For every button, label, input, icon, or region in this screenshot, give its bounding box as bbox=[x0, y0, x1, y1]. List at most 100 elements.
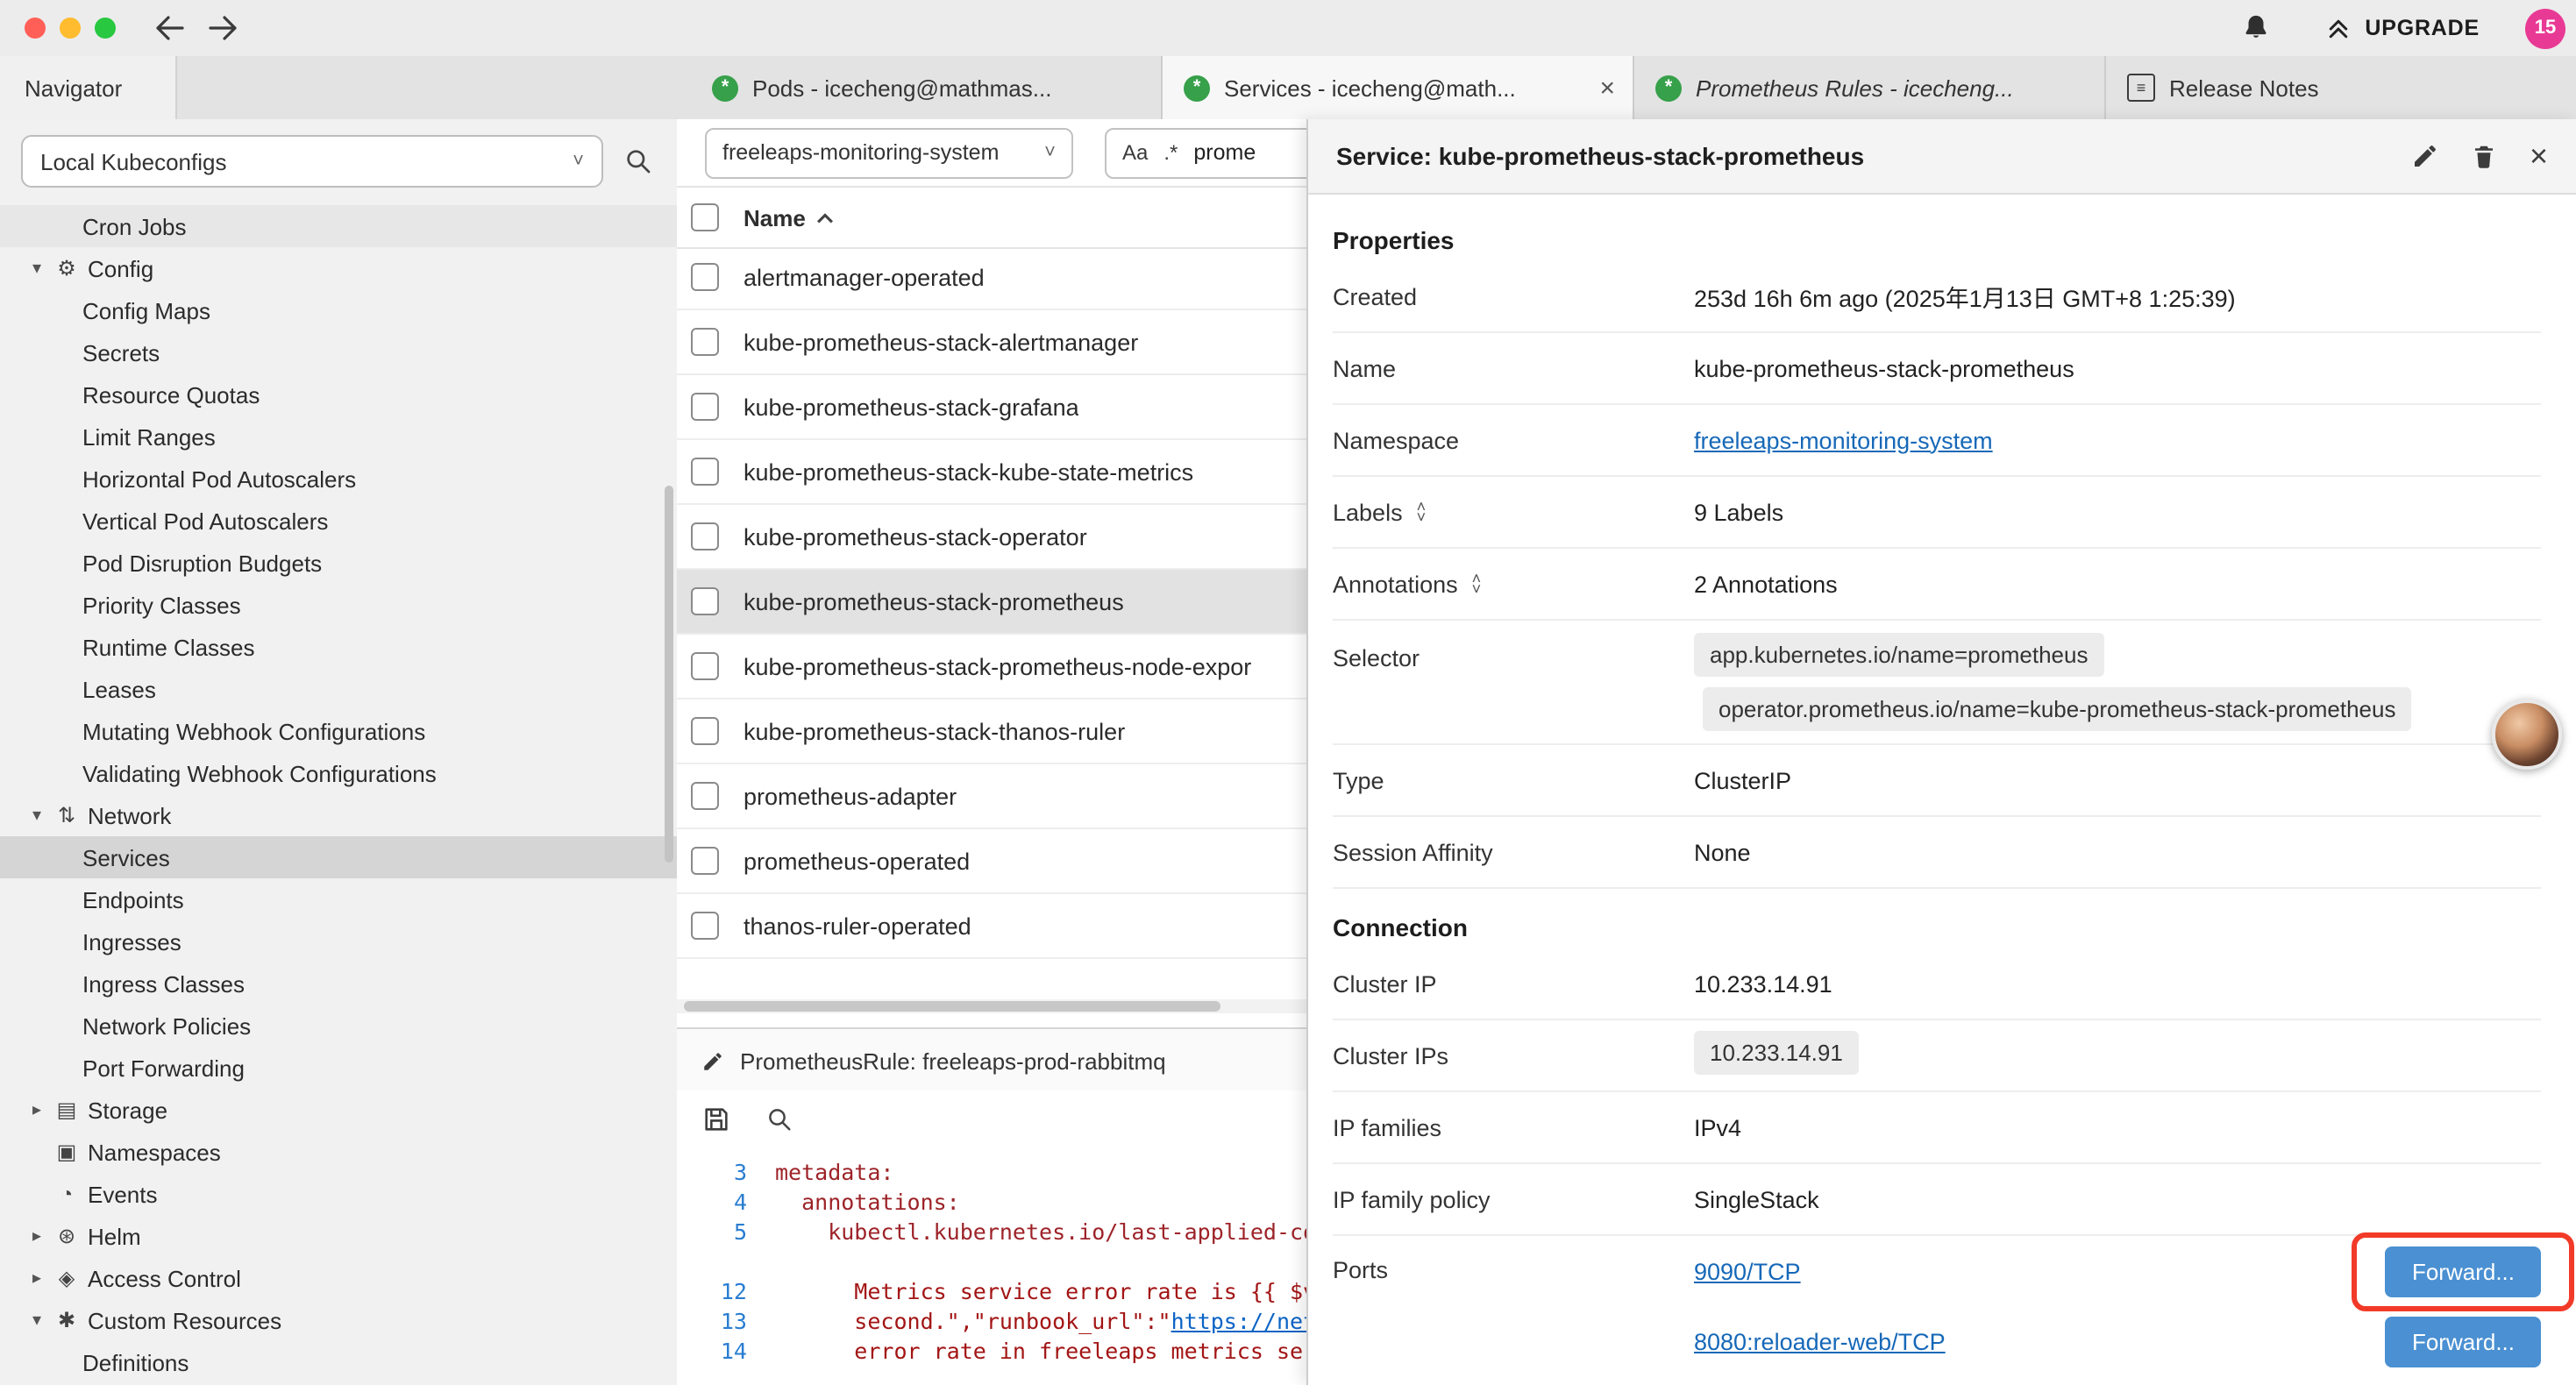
port-link[interactable]: 9090/TCP bbox=[1694, 1258, 1801, 1284]
upgrade-button[interactable]: UPGRADE bbox=[2323, 15, 2480, 41]
editor-search-button[interactable] bbox=[763, 1102, 796, 1135]
sidebar-scrollbar[interactable] bbox=[665, 486, 673, 863]
select-all-checkbox[interactable] bbox=[691, 203, 719, 231]
sidebar-item-pod-disruption-budgets[interactable]: Pod Disruption Budgets bbox=[0, 542, 677, 584]
history-back-button[interactable] bbox=[154, 16, 184, 40]
regex-toggle[interactable]: .* bbox=[1163, 140, 1178, 165]
namespace-link[interactable]: freeleaps-monitoring-system bbox=[1694, 427, 1993, 453]
row-checkbox[interactable] bbox=[691, 328, 719, 356]
window-maximize-button[interactable] bbox=[95, 18, 116, 39]
save-button[interactable] bbox=[698, 1100, 735, 1137]
edit-pencil-icon bbox=[701, 1049, 724, 1072]
tab-pods-icecheng-mathmas[interactable]: *Pods - icecheng@mathmas... bbox=[691, 56, 1163, 119]
service-name: alertmanager-operated bbox=[744, 264, 985, 290]
sidebar-item-mutating-webhook-configurations[interactable]: Mutating Webhook Configurations bbox=[0, 710, 677, 752]
chevron-right-icon[interactable]: ▸ bbox=[23, 1100, 51, 1119]
expand-collapse-icon[interactable]: ˄˅ bbox=[1472, 575, 1482, 594]
window-minimize-button[interactable] bbox=[60, 18, 81, 39]
sidebar-item-limit-ranges[interactable]: Limit Ranges bbox=[0, 416, 677, 458]
sidebar-item-leases[interactable]: Leases bbox=[0, 668, 677, 710]
sidebar-item-ingress-classes[interactable]: Ingress Classes bbox=[0, 962, 677, 1005]
namespace-filter[interactable]: freeleaps-monitoring-system ˅ bbox=[705, 127, 1073, 178]
scrollbar-thumb[interactable] bbox=[684, 1001, 1220, 1012]
kubeconfig-selector[interactable]: Local Kubeconfigs ˅ bbox=[21, 135, 603, 188]
row-checkbox[interactable] bbox=[691, 522, 719, 550]
sidebar-item-events[interactable]: ◔Events bbox=[0, 1173, 677, 1215]
sidebar-item-label: Resource Quotas bbox=[82, 381, 260, 408]
row-checkbox[interactable] bbox=[691, 717, 719, 745]
line-number: 3 bbox=[677, 1157, 747, 1187]
chevron-right-icon[interactable]: ▸ bbox=[23, 1268, 51, 1288]
sidebar-item-config-maps[interactable]: Config Maps bbox=[0, 289, 677, 331]
close-icon: × bbox=[2530, 140, 2548, 172]
row-checkbox[interactable] bbox=[691, 912, 719, 940]
sidebar-item-namespaces[interactable]: ▣Namespaces bbox=[0, 1131, 677, 1173]
close-panel-button[interactable]: × bbox=[2530, 140, 2548, 172]
sidebar-item-port-forwarding[interactable]: Port Forwarding bbox=[0, 1047, 677, 1089]
dock-tab-prometheusrule[interactable]: PrometheusRule: freeleaps-prod-rabbitmq bbox=[677, 1029, 1327, 1092]
row-checkbox[interactable] bbox=[691, 587, 719, 615]
sidebar-item-label: Horizontal Pod Autoscalers bbox=[82, 465, 356, 492]
row-checkbox[interactable] bbox=[691, 263, 719, 291]
sidebar-item-vertical-pod-autoscalers[interactable]: Vertical Pod Autoscalers bbox=[0, 500, 677, 542]
navigator-header-tab[interactable]: Navigator bbox=[0, 56, 177, 119]
row-checkbox[interactable] bbox=[691, 847, 719, 875]
chevron-down-icon[interactable]: ▾ bbox=[23, 1310, 51, 1330]
sidebar-item-endpoints[interactable]: Endpoints bbox=[0, 878, 677, 920]
config-icon: ⚙ bbox=[51, 256, 82, 281]
sidebar-item-network-policies[interactable]: Network Policies bbox=[0, 1005, 677, 1047]
sidebar-item-priority-classes[interactable]: Priority Classes bbox=[0, 584, 677, 626]
sidebar-item-definitions[interactable]: Definitions bbox=[0, 1341, 677, 1383]
close-tab-icon[interactable]: × bbox=[1599, 75, 1615, 101]
row-checkbox[interactable] bbox=[691, 652, 719, 680]
floating-avatar[interactable] bbox=[2492, 700, 2562, 770]
sidebar-item-ingresses[interactable]: Ingresses bbox=[0, 920, 677, 962]
chevron-down-icon[interactable]: ▾ bbox=[23, 806, 51, 825]
match-case-toggle[interactable]: Aa bbox=[1122, 140, 1148, 165]
row-checkbox[interactable] bbox=[691, 458, 719, 486]
port-row: 8080:reloader-web/TCP Forward... bbox=[1694, 1306, 2541, 1376]
sidebar-item-cron-jobs[interactable]: Cron Jobs bbox=[0, 205, 677, 247]
tab-label: Release Notes bbox=[2169, 75, 2572, 101]
row-checkbox[interactable] bbox=[691, 393, 719, 421]
notification-count-badge[interactable]: 15 bbox=[2525, 8, 2565, 48]
property-value: 9 Labels bbox=[1694, 499, 2541, 525]
expand-collapse-icon[interactable]: ˄˅ bbox=[1417, 503, 1427, 522]
property-label: IP families bbox=[1333, 1114, 1694, 1140]
sidebar-item-config[interactable]: ▾⚙Config bbox=[0, 247, 677, 289]
sidebar-item-horizontal-pod-autoscalers[interactable]: Horizontal Pod Autoscalers bbox=[0, 458, 677, 500]
table-horizontal-scrollbar[interactable] bbox=[677, 999, 1306, 1013]
sidebar-search-button[interactable] bbox=[621, 144, 656, 179]
property-row-name: Namekube-prometheus-stack-prometheus bbox=[1333, 333, 2541, 405]
sidebar-item-custom-resources[interactable]: ▾✱Custom Resources bbox=[0, 1299, 677, 1341]
sidebar-item-helm[interactable]: ▸⊛Helm bbox=[0, 1215, 677, 1257]
sidebar-item-network[interactable]: ▾⇅Network bbox=[0, 794, 677, 836]
notifications-bell-button[interactable] bbox=[2240, 12, 2270, 44]
line-number: 5 bbox=[677, 1217, 747, 1246]
chevron-right-icon[interactable]: ▸ bbox=[23, 1226, 51, 1246]
tab-release-notes[interactable]: ≡Release Notes bbox=[2106, 56, 2576, 119]
edit-resource-button[interactable] bbox=[2412, 142, 2440, 170]
delete-resource-button[interactable] bbox=[2472, 142, 2498, 170]
chevron-down-icon[interactable]: ▾ bbox=[23, 259, 51, 278]
tab-prometheus-rules-icecheng[interactable]: *Prometheus Rules - icecheng... bbox=[1634, 56, 2106, 119]
port-link[interactable]: 8080:reloader-web/TCP bbox=[1694, 1328, 1946, 1354]
tab-services-icecheng-math[interactable]: *Services - icecheng@math...× bbox=[1163, 56, 1634, 119]
sidebar-item-label: Custom Resources bbox=[88, 1307, 281, 1333]
window-close-button[interactable] bbox=[25, 18, 46, 39]
navigator-sidebar: Local Kubeconfigs ˅ Cron Jobs▾⚙ConfigCon… bbox=[0, 119, 679, 1385]
access-control-icon: ◈ bbox=[51, 1266, 82, 1290]
history-forward-button[interactable] bbox=[209, 16, 238, 40]
sidebar-item-secrets[interactable]: Secrets bbox=[0, 331, 677, 373]
sidebar-item-validating-webhook-configurations[interactable]: Validating Webhook Configurations bbox=[0, 752, 677, 794]
sidebar-item-services[interactable]: Services bbox=[0, 836, 677, 878]
sidebar-item-resource-quotas[interactable]: Resource Quotas bbox=[0, 373, 677, 416]
sidebar-item-storage[interactable]: ▸▤Storage bbox=[0, 1089, 677, 1131]
port-forward-button[interactable]: Forward... bbox=[2386, 1246, 2541, 1296]
sidebar-item-runtime-classes[interactable]: Runtime Classes bbox=[0, 626, 677, 668]
row-checkbox[interactable] bbox=[691, 782, 719, 810]
tab-label: Services - icecheng@math... bbox=[1224, 75, 1585, 101]
port-forward-button[interactable]: Forward... bbox=[2386, 1316, 2541, 1367]
column-header-name[interactable]: Name bbox=[744, 204, 836, 231]
sidebar-item-access-control[interactable]: ▸◈Access Control bbox=[0, 1257, 677, 1299]
